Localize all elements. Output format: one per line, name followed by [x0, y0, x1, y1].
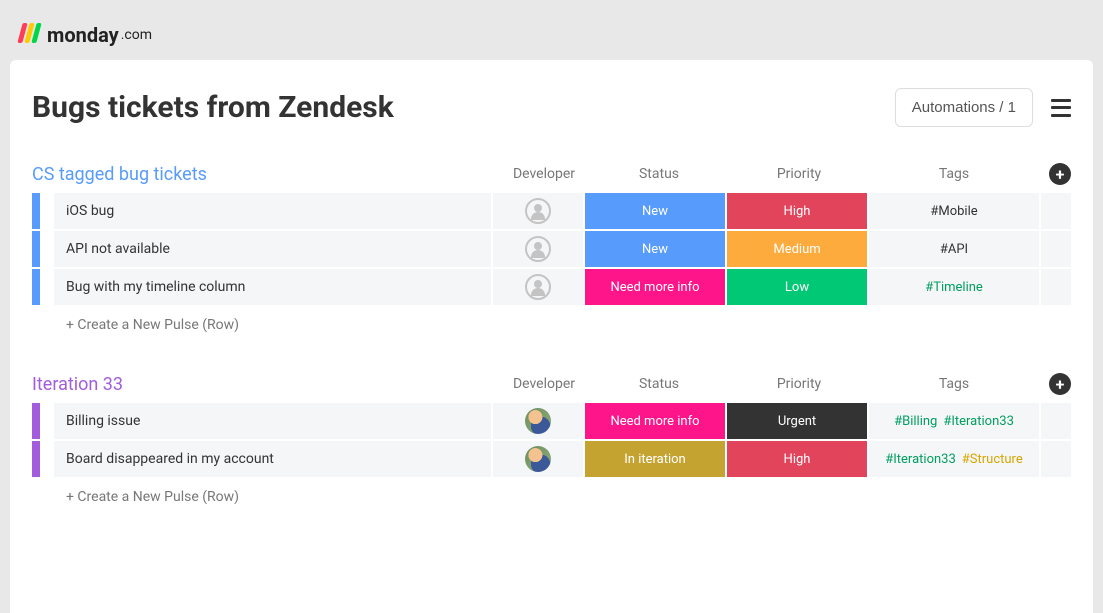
plus-icon: +	[1056, 165, 1065, 184]
group-title[interactable]: Iteration 33	[32, 374, 123, 395]
tag[interactable]: #API	[940, 242, 968, 257]
tag[interactable]: #Iteration33	[943, 414, 1014, 429]
developer-cell[interactable]	[493, 269, 583, 305]
column-header-status[interactable]: Status	[589, 166, 729, 182]
brand-name: monday	[47, 23, 119, 47]
developer-cell[interactable]	[493, 193, 583, 229]
add-column-button[interactable]: +	[1049, 163, 1071, 185]
logo-mark-icon	[20, 23, 41, 47]
group: CS tagged bug tickets DeveloperStatusPrio…	[32, 163, 1071, 343]
column-header-priority[interactable]: Priority	[729, 376, 869, 392]
tags-cell[interactable]: #Timeline	[869, 269, 1039, 305]
avatar-empty-icon	[525, 198, 551, 224]
table-row[interactable]: Billing issueNeed more infoUrgent#Billin…	[32, 403, 1071, 439]
create-row[interactable]: + Create a New Pulse (Row)	[32, 307, 1071, 343]
avatar	[525, 446, 551, 472]
tag[interactable]: #Structure	[962, 452, 1023, 467]
status-cell[interactable]: New	[585, 231, 725, 267]
tags-cell[interactable]: #Iteration33 #Structure	[869, 441, 1039, 477]
row-color-stripe	[32, 231, 40, 267]
row-name[interactable]: API not available	[54, 231, 491, 267]
group: Iteration 33 DeveloperStatusPriorityTags +…	[32, 373, 1071, 515]
row-name[interactable]: Board disappeared in my account	[54, 441, 491, 477]
board-content: Bugs tickets from Zendesk Automations / …	[10, 60, 1093, 613]
developer-cell[interactable]	[493, 441, 583, 477]
status-cell[interactable]: Need more info	[585, 269, 725, 305]
table-row[interactable]: Bug with my timeline column Need more inf…	[32, 269, 1071, 305]
column-header-developer[interactable]: Developer	[499, 166, 589, 182]
app-window: monday.com Bugs tickets from Zendesk Aut…	[0, 0, 1103, 613]
tags-cell[interactable]: #Mobile	[869, 193, 1039, 229]
tags-cell[interactable]: #Billing #Iteration33	[869, 403, 1039, 439]
table-row[interactable]: API not available NewMedium #API	[32, 231, 1071, 267]
menu-icon[interactable]	[1051, 99, 1071, 117]
tag[interactable]: #Mobile	[930, 204, 977, 219]
table-row[interactable]: iOS bug NewHigh #Mobile	[32, 193, 1071, 229]
brand-logo: monday.com	[20, 23, 152, 47]
group-header: CS tagged bug tickets DeveloperStatusPrio…	[32, 163, 1071, 193]
column-header-priority[interactable]: Priority	[729, 166, 869, 182]
row-color-stripe	[32, 441, 40, 477]
row-name[interactable]: Bug with my timeline column	[54, 269, 491, 305]
developer-cell[interactable]	[493, 403, 583, 439]
column-headers: DeveloperStatusPriorityTags +	[499, 163, 1071, 185]
brand-suffix: .com	[121, 27, 152, 43]
avatar-empty-icon	[525, 236, 551, 262]
priority-cell[interactable]: High	[727, 441, 867, 477]
table-row[interactable]: Board disappeared in my account In iterat…	[32, 441, 1071, 477]
header-actions: Automations / 1	[895, 88, 1071, 127]
column-header-status[interactable]: Status	[589, 376, 729, 392]
page-header: Bugs tickets from Zendesk Automations / …	[32, 88, 1071, 127]
status-cell[interactable]: New	[585, 193, 725, 229]
status-cell[interactable]: In iteration	[585, 441, 725, 477]
developer-cell[interactable]	[493, 231, 583, 267]
group-header: Iteration 33 DeveloperStatusPriorityTags +	[32, 373, 1071, 403]
tag[interactable]: #Billing	[894, 414, 937, 429]
tags-cell[interactable]: #API	[869, 231, 1039, 267]
column-header-developer[interactable]: Developer	[499, 376, 589, 392]
priority-cell[interactable]: Low	[727, 269, 867, 305]
priority-cell[interactable]: Medium	[727, 231, 867, 267]
row-color-stripe	[32, 403, 40, 439]
tag[interactable]: #Iteration33	[885, 452, 956, 467]
column-header-tags[interactable]: Tags	[869, 166, 1039, 182]
group-title[interactable]: CS tagged bug tickets	[32, 164, 207, 185]
row-color-stripe	[32, 269, 40, 305]
row-name[interactable]: iOS bug	[54, 193, 491, 229]
plus-icon: +	[1056, 375, 1065, 394]
row-name[interactable]: Billing issue	[54, 403, 491, 439]
top-bar: monday.com	[10, 10, 1093, 60]
add-column-button[interactable]: +	[1049, 373, 1071, 395]
row-color-stripe	[32, 193, 40, 229]
automations-button[interactable]: Automations / 1	[895, 88, 1033, 127]
tag[interactable]: #Timeline	[925, 280, 983, 295]
page-title: Bugs tickets from Zendesk	[32, 90, 394, 125]
status-cell[interactable]: Need more info	[585, 403, 725, 439]
create-row[interactable]: + Create a New Pulse (Row)	[32, 479, 1071, 515]
column-headers: DeveloperStatusPriorityTags +	[499, 373, 1071, 395]
create-row-label[interactable]: + Create a New Pulse (Row)	[54, 317, 1071, 333]
create-row-label[interactable]: + Create a New Pulse (Row)	[54, 489, 1071, 505]
priority-cell[interactable]: High	[727, 193, 867, 229]
avatar	[525, 408, 551, 434]
avatar-empty-icon	[525, 274, 551, 300]
priority-cell[interactable]: Urgent	[727, 403, 867, 439]
column-header-tags[interactable]: Tags	[869, 376, 1039, 392]
